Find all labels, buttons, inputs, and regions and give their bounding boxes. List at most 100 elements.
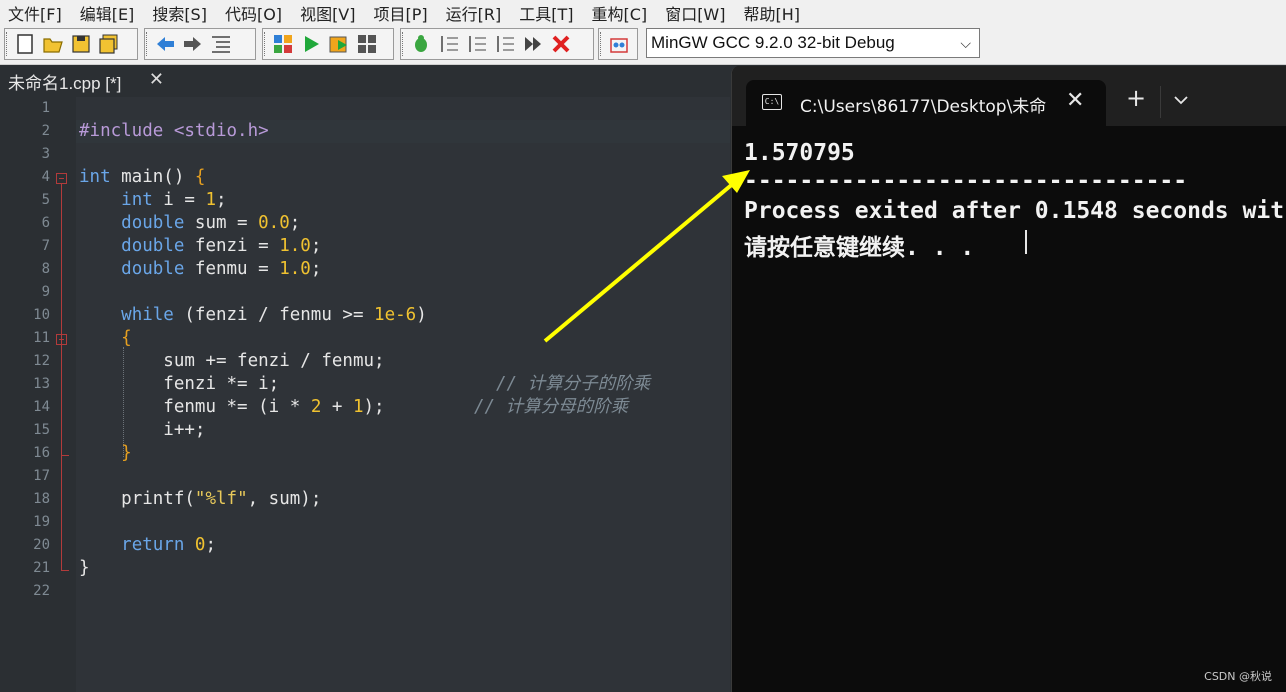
project-toolbar-group (598, 28, 638, 60)
line-number: 19 (33, 514, 50, 530)
keyword: int (121, 190, 153, 210)
process-exited-line: Process exited after 0.1548 seconds wit (744, 198, 1285, 224)
edit-toolbar-group (144, 28, 256, 60)
save-icon[interactable] (67, 30, 95, 58)
stop-debug-icon[interactable] (547, 30, 575, 58)
line-number: 16 (33, 445, 50, 461)
menu-bar: 文件[F] 编辑[E] 搜索[S] 代码[O] 视图[V] 项目[P] 运行[R… (0, 0, 1286, 26)
menu-file[interactable]: 文件[F] (0, 1, 72, 25)
compile-run-icon[interactable] (325, 30, 353, 58)
output-separator: -------------------------------- (744, 168, 1188, 194)
code-line-15: i++; (79, 419, 205, 442)
menu-view[interactable]: 视图[V] (292, 1, 365, 25)
watermark: CSDN @秋说 (1204, 670, 1272, 683)
code-line-14: fenmu *= (i * 2 + 1); (79, 396, 384, 419)
profile-icon[interactable] (605, 30, 633, 58)
line-number: 21 (33, 560, 50, 576)
line-number: 15 (33, 422, 50, 438)
file-tab[interactable]: 未命名1.cpp [*] ✕ (0, 65, 172, 97)
compiler-select[interactable]: MinGW GCC 9.2.0 32-bit Debug ⌵ (646, 28, 980, 58)
comment: // 计算分子的阶乘 (496, 374, 651, 394)
number-literal: 1 (205, 190, 216, 210)
chevron-down-icon[interactable] (1174, 90, 1188, 109)
menu-refactor[interactable]: 重构[C] (584, 1, 658, 25)
line-number: 8 (41, 261, 50, 277)
undo-icon[interactable] (151, 30, 179, 58)
keyword: while (121, 305, 174, 325)
code-text: ) (416, 305, 427, 325)
menu-help[interactable]: 帮助[H] (736, 1, 811, 25)
code-line-2: #include <stdio.h> (79, 120, 269, 143)
output-value: 1.570795 (744, 140, 855, 166)
number-literal: 1 (352, 397, 364, 417)
close-icon[interactable]: ✕ (1066, 88, 1084, 113)
redo-icon[interactable] (179, 30, 207, 58)
code-line-4: int main() { (79, 166, 205, 189)
code-text: fenmu *= (i * (163, 397, 311, 417)
save-all-icon[interactable] (95, 30, 123, 58)
code-line-6: double sum = 0.0; (79, 212, 300, 235)
menu-code[interactable]: 代码[O] (217, 1, 292, 25)
menu-window[interactable]: 窗口[W] (657, 1, 735, 25)
fold-margin (56, 97, 76, 692)
run-icon[interactable] (297, 30, 325, 58)
code-text: fenzi = (184, 236, 280, 256)
step-over-icon[interactable] (463, 30, 491, 58)
code-text-area[interactable]: #include <stdio.h> int main() { int i = … (76, 97, 730, 692)
file-toolbar-group (4, 28, 138, 60)
close-tab-icon[interactable]: ✕ (149, 69, 164, 90)
line-number: 11 (33, 330, 50, 346)
line-number: 12 (33, 353, 50, 369)
indent-icon[interactable] (207, 30, 235, 58)
compile-icon[interactable] (269, 30, 297, 58)
terminal-tab[interactable]: C:\ C:\Users\86177\Desktop\未命 ✕ (746, 80, 1106, 126)
menu-project[interactable]: 项目[P] (366, 1, 438, 25)
menu-edit[interactable]: 编辑[E] (72, 1, 145, 25)
step-into-icon[interactable] (435, 30, 463, 58)
code-text: sum = (184, 213, 259, 233)
menu-search[interactable]: 搜索[S] (144, 1, 217, 25)
keyword: double (121, 259, 185, 279)
code-text: fenzi *= i; (163, 374, 280, 394)
brace: { (194, 167, 206, 187)
menu-tools[interactable]: 工具[T] (511, 1, 583, 25)
number-literal: 0 (194, 535, 206, 555)
continue-icon[interactable] (519, 30, 547, 58)
step-out-icon[interactable] (491, 30, 519, 58)
terminal-window[interactable]: C:\ C:\Users\86177\Desktop\未命 ✕ + 1.5707… (731, 66, 1286, 692)
fold-end-main (61, 570, 69, 571)
code-text: printf( (121, 489, 195, 509)
code-line-5: int i = 1; (79, 189, 226, 212)
keyword: return (121, 535, 185, 555)
new-tab-button[interactable]: + (1126, 86, 1146, 110)
new-file-icon[interactable] (11, 30, 39, 58)
rebuild-icon[interactable] (353, 30, 381, 58)
compiler-select-value: MinGW GCC 9.2.0 32-bit Debug (651, 33, 895, 52)
code-line-11: { (79, 327, 132, 350)
terminal-output[interactable]: 1.570795 -------------------------------… (732, 126, 1286, 692)
chevron-down-icon: ⌵ (960, 35, 971, 51)
open-file-icon[interactable] (39, 30, 67, 58)
keyword: int (79, 167, 111, 187)
code-text: ; (310, 259, 322, 279)
number-literal: 1.0 (279, 236, 311, 256)
line-number: 14 (33, 399, 50, 415)
code-text: } (79, 558, 90, 578)
text-cursor (1025, 230, 1027, 254)
line-number: 5 (41, 192, 50, 208)
code-editor[interactable]: #include <stdio.h> int main() { int i = … (0, 97, 730, 692)
code-text: main() (110, 167, 195, 187)
code-line-16: } (79, 442, 132, 465)
menu-run[interactable]: 运行[R] (438, 1, 512, 25)
titlebar-divider (1160, 86, 1161, 118)
fold-toggle-main[interactable] (56, 173, 67, 184)
include-directive: #include <stdio.h> (79, 121, 269, 141)
debug-icon[interactable] (407, 30, 435, 58)
fold-line-while (61, 345, 62, 455)
keyword: double (121, 213, 185, 233)
fold-toggle-while[interactable] (56, 334, 67, 345)
comment: // 计算分母的阶乘 (474, 397, 629, 417)
code-line-12: sum += fenzi / fenmu; (79, 350, 384, 373)
line-number: 17 (33, 468, 50, 484)
code-text: ; (205, 535, 217, 555)
